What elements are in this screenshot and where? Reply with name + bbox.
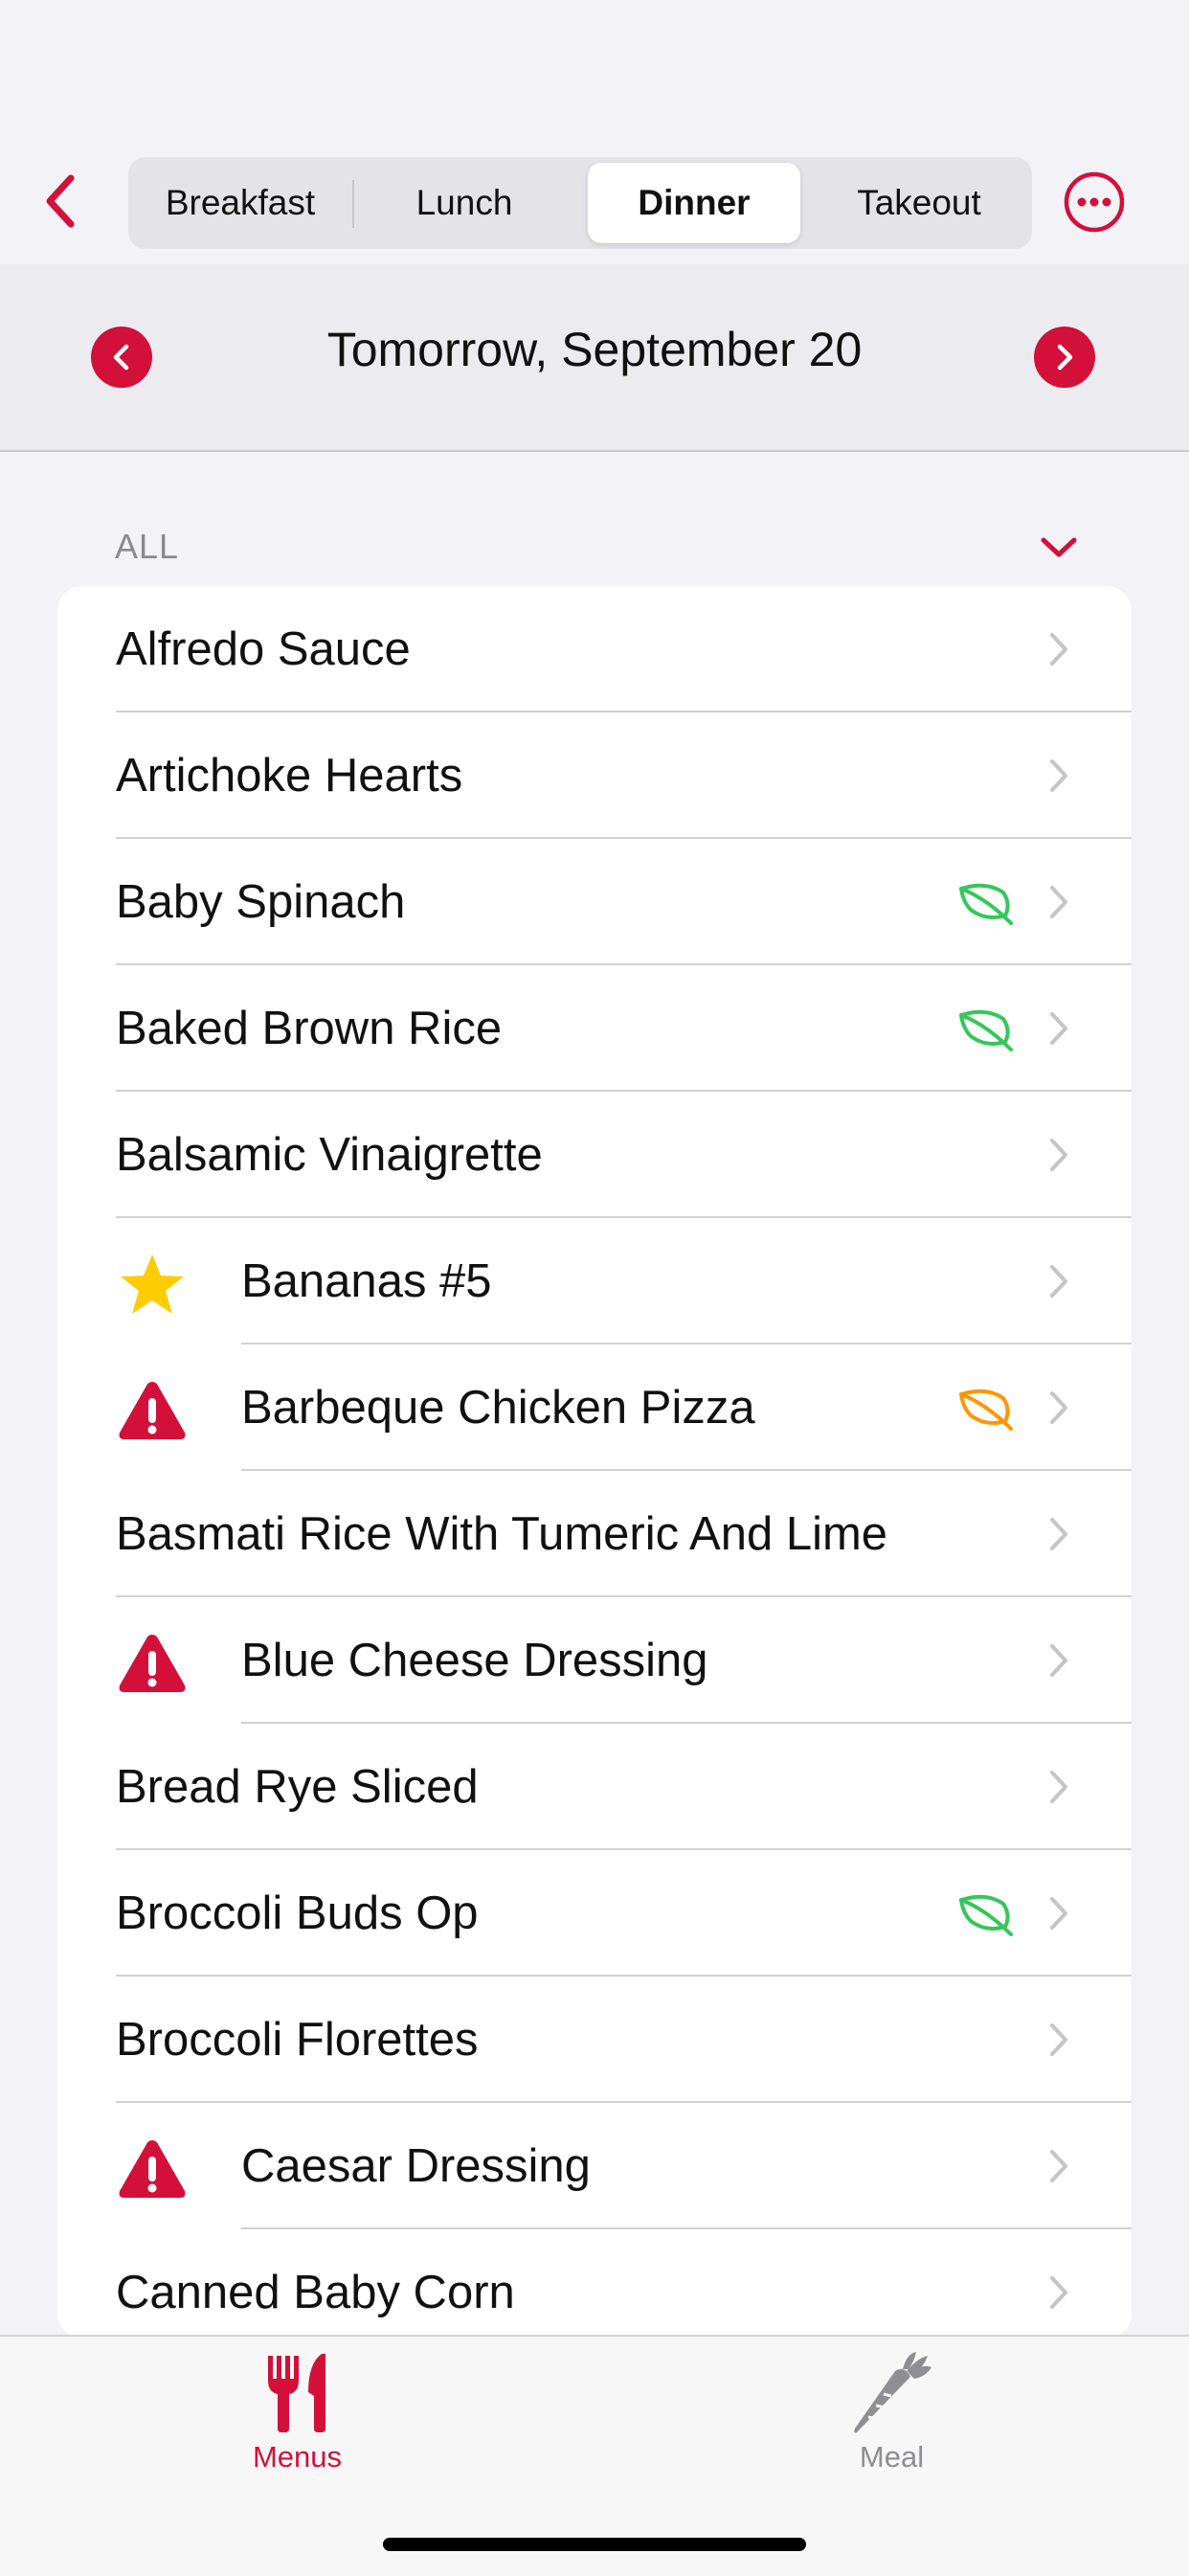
fork-knife-icon bbox=[267, 2354, 325, 2432]
menu-item-row[interactable]: Caesar Dressing bbox=[57, 2103, 1132, 2229]
tab-takeout[interactable]: Takeout bbox=[812, 163, 1026, 243]
menu-item-label: Basmati Rice With Tumeric And Lime bbox=[116, 1508, 888, 1560]
leaf-icon bbox=[959, 1894, 1013, 1936]
menu-item-row[interactable]: Basmati Rice With Tumeric And Lime bbox=[57, 1471, 1132, 1597]
chevron-right-icon bbox=[1050, 2150, 1067, 2182]
tab-dinner[interactable]: Dinner bbox=[588, 163, 800, 243]
date-label: Tomorrow, September 20 bbox=[326, 323, 863, 376]
menu-item-label: Alfredo Sauce bbox=[116, 623, 411, 675]
leaf-icon bbox=[959, 1389, 1013, 1431]
segment-divider bbox=[352, 180, 354, 228]
chevron-right-icon bbox=[1050, 759, 1067, 792]
menu-item-row[interactable]: Artichoke Hearts bbox=[57, 712, 1132, 839]
menu-item-label: Broccoli Florettes bbox=[116, 2014, 479, 2066]
chevron-right-icon bbox=[1050, 1897, 1067, 1930]
chevron-right-icon bbox=[1050, 633, 1067, 666]
carrot-icon bbox=[853, 2352, 931, 2433]
menu-item-row[interactable]: Baby Spinach bbox=[57, 839, 1132, 965]
chevron-right-icon bbox=[1050, 2276, 1067, 2309]
menu-item-row[interactable]: Bread Rye Sliced bbox=[57, 1724, 1132, 1850]
chevron-right-icon bbox=[1050, 2023, 1067, 2056]
leaf-icon bbox=[959, 1009, 1013, 1051]
menu-item-row[interactable]: Broccoli Florettes bbox=[57, 1977, 1132, 2103]
menu-item-row[interactable]: Blue Cheese Dressing bbox=[57, 1597, 1132, 1724]
menu-item-label: Broccoli Buds Op bbox=[116, 1887, 479, 1939]
chevron-right-icon bbox=[1050, 886, 1067, 918]
menu-item-row[interactable]: Canned Baby Corn bbox=[57, 2229, 1132, 2339]
next-day-button[interactable] bbox=[1034, 327, 1095, 388]
tab-menus[interactable]: Menus bbox=[0, 2337, 594, 2490]
chevron-right-circle-icon bbox=[1057, 344, 1073, 371]
chevron-right-icon bbox=[1050, 1265, 1067, 1298]
menu-item-list: Alfredo Sauce Artichoke Hearts Baby Spinac… bbox=[57, 586, 1132, 2339]
chevron-right-icon bbox=[1050, 1644, 1067, 1677]
date-bar: Tomorrow, September 20 bbox=[0, 264, 1189, 452]
warning-icon bbox=[119, 2140, 186, 2198]
menu-item-row[interactable]: Barbeque Chicken Pizza bbox=[57, 1344, 1132, 1471]
tab-meal[interactable]: Meal bbox=[594, 2337, 1189, 2490]
chevron-right-icon bbox=[1050, 1391, 1067, 1424]
menu-item-label: Baby Spinach bbox=[116, 876, 406, 928]
menu-item-label: Caesar Dressing bbox=[241, 2140, 591, 2192]
menu-item-row[interactable]: Balsamic Vinaigrette bbox=[57, 1092, 1132, 1218]
header: Breakfast Lunch Dinner Takeout bbox=[0, 0, 1189, 264]
menu-item-label: Canned Baby Corn bbox=[116, 2267, 515, 2318]
menu-item-label: Blue Cheese Dressing bbox=[241, 1635, 708, 1686]
menu-item-row[interactable]: Alfredo Sauce bbox=[57, 586, 1132, 712]
chevron-right-icon bbox=[1050, 1518, 1067, 1550]
home-indicator bbox=[383, 2538, 806, 2551]
tab-menus-label: Menus bbox=[252, 2440, 343, 2474]
menu-item-label: Baked Brown Rice bbox=[116, 1003, 503, 1054]
warning-icon bbox=[119, 1635, 186, 1692]
ellipsis-circle-icon bbox=[1064, 171, 1125, 233]
menu-item-label: Balsamic Vinaigrette bbox=[116, 1129, 543, 1181]
section-collapse-button[interactable] bbox=[1034, 529, 1084, 567]
menu-item-row[interactable]: Baked Brown Rice bbox=[57, 965, 1132, 1092]
chevron-left-icon bbox=[46, 174, 75, 228]
chevron-right-icon bbox=[1050, 1139, 1067, 1171]
menu-item-label: Artichoke Hearts bbox=[116, 750, 463, 802]
warning-icon bbox=[119, 1382, 186, 1439]
menu-item-label: Bread Rye Sliced bbox=[116, 1761, 479, 1813]
chevron-down-icon bbox=[1041, 537, 1077, 557]
chevron-right-icon bbox=[1050, 1771, 1067, 1803]
tab-bar: Menus Meal bbox=[0, 2335, 1189, 2576]
leaf-icon bbox=[959, 883, 1013, 925]
menu-item-label: Barbeque Chicken Pizza bbox=[241, 1382, 755, 1434]
menu-item-label: Bananas #5 bbox=[241, 1255, 492, 1307]
star-icon bbox=[121, 1254, 184, 1314]
tab-breakfast[interactable]: Breakfast bbox=[134, 163, 347, 243]
menu-item-row[interactable]: Broccoli Buds Op bbox=[57, 1850, 1132, 1977]
tab-lunch[interactable]: Lunch bbox=[358, 163, 571, 243]
more-button[interactable] bbox=[1063, 170, 1126, 234]
chevron-right-icon bbox=[1050, 1012, 1067, 1045]
tab-meal-label: Meal bbox=[859, 2440, 925, 2474]
section-title: ALL bbox=[115, 527, 180, 566]
back-button[interactable] bbox=[31, 168, 88, 235]
meal-segmented-control: Breakfast Lunch Dinner Takeout bbox=[128, 157, 1032, 249]
menu-item-row[interactable]: Bananas #5 bbox=[57, 1218, 1132, 1344]
